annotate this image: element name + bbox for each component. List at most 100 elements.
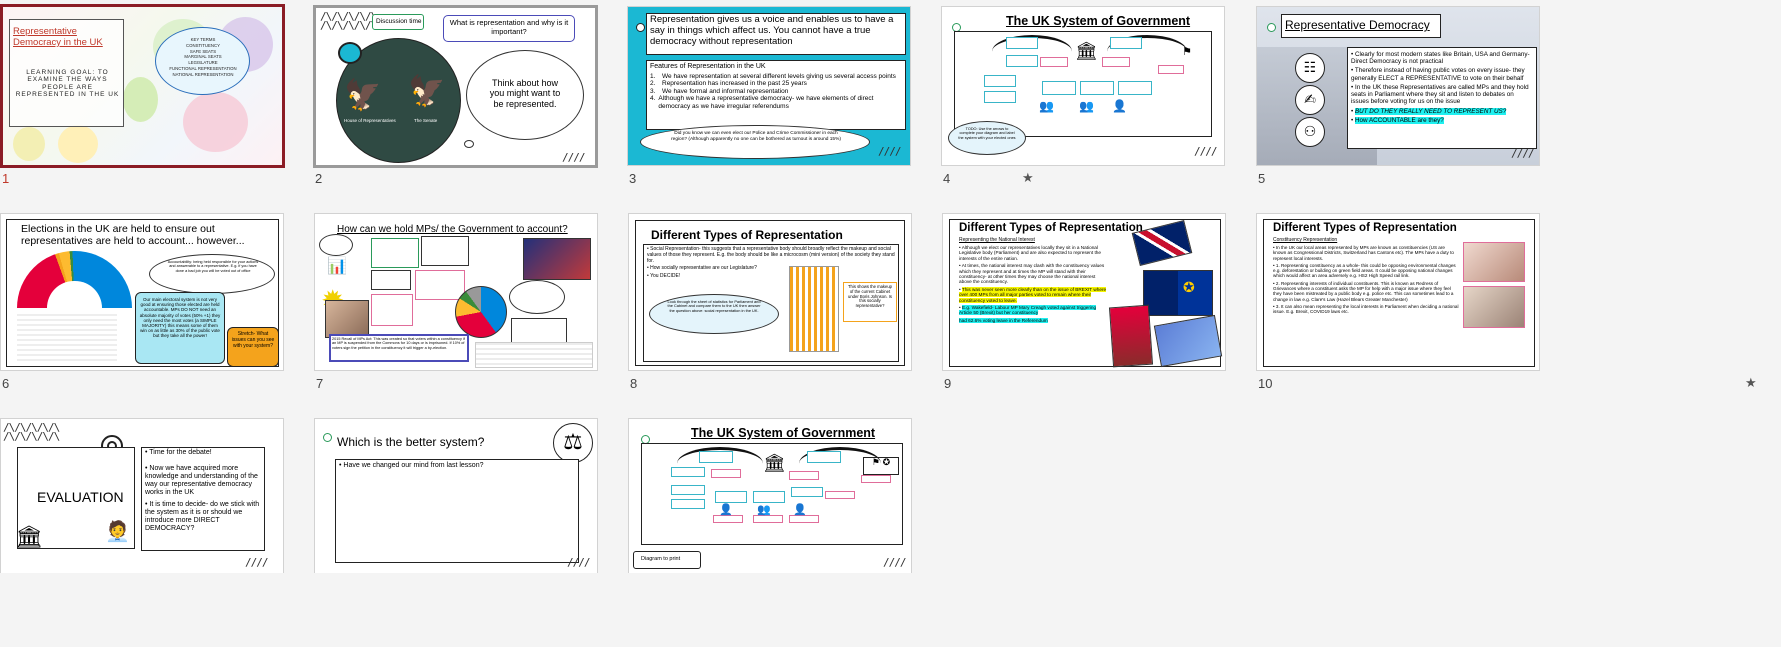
bullet-item: • In the UK our local areas represented … <box>1273 245 1454 261</box>
text-box <box>371 270 411 290</box>
bullet-item: • How socially representative are our Le… <box>647 265 757 272</box>
diagram-node <box>711 469 741 478</box>
text-box <box>371 238 419 268</box>
diagram-node <box>791 487 823 497</box>
photo-news <box>523 238 591 280</box>
bullet-list: • Clearly for most modern states like Br… <box>1351 51 1533 126</box>
slide-thumbnail-6[interactable]: Elections in the UK are held to ensure o… <box>0 213 284 371</box>
bullet-item: • It is time to decide- do we stick with… <box>145 501 260 533</box>
people-icon: 👥 <box>757 503 771 516</box>
think-text: Think about how you might want to be rep… <box>489 78 561 109</box>
diagram-node <box>753 515 783 523</box>
hatch-decoration: //// <box>878 145 901 158</box>
courthouse-icon: 🏛 <box>15 525 43 550</box>
slide-thumbnail-9[interactable]: Different Types of Representation Repres… <box>942 213 1226 371</box>
bullet-item: • How ACCOUNTABLE are they? <box>1351 116 1444 124</box>
diagram-node <box>1102 57 1130 67</box>
bullet-item: • Social Representation- this suggests t… <box>647 246 895 264</box>
bullet-item: • 2. Representing interests of individua… <box>1273 280 1454 302</box>
slide-number-10: 10 <box>1258 376 1273 391</box>
diagram-node <box>825 491 855 499</box>
bullet-item: had 62.6% voting leave in the Referendum <box>959 317 1048 323</box>
photo-woman <box>1463 242 1525 282</box>
diagram-node <box>671 499 705 509</box>
slide-thumbnail-3[interactable]: Representation gives us a voice and enab… <box>627 6 911 166</box>
slide-title: Different Types of Representation <box>1273 222 1457 234</box>
results-table <box>17 314 117 362</box>
slide-title: The UK System of Government <box>691 426 876 440</box>
diagram-node <box>671 467 705 477</box>
diagram-node <box>1040 57 1068 67</box>
diagram-node <box>807 451 841 463</box>
hatch-decoration: //// <box>567 556 590 569</box>
text-box <box>421 236 469 266</box>
key-term: FUNCTIONAL REPRESENTATION <box>169 65 237 71</box>
slide-thumbnail-7[interactable]: How can we hold MPs/ the Government to a… <box>314 213 598 371</box>
diagram-node <box>1006 37 1038 49</box>
eu-stars-icon: ✪ <box>1183 280 1195 296</box>
bullet-list: • Social Representation- this suggests t… <box>647 246 895 282</box>
slide-title: Different Types of Representation <box>651 228 843 242</box>
diagram-node <box>671 485 705 495</box>
diagram-node <box>1110 37 1142 49</box>
slide-thumbnail-1[interactable]: Representative Democracy in the UK LEARN… <box>0 4 285 168</box>
info-text: Our main electoral system is not very go… <box>139 297 221 339</box>
slide-number-6: 6 <box>2 376 10 391</box>
section-heading: Constituency Representation <box>1273 237 1338 243</box>
diagram-node <box>1118 81 1152 95</box>
slide-thumbnail-12[interactable]: Which is the better system? ⚖ • Have we … <box>314 418 598 573</box>
evaluation-heading: EVALUATION <box>37 489 124 505</box>
bullet-item: • Clearly for most modern states like Br… <box>1351 51 1530 66</box>
learning-goal: LEARNING GOAL: TO EXAMINE THE WAYS PEOPL… <box>15 69 120 99</box>
slide-thumbnail-10[interactable]: Different Types of Representation Consti… <box>1256 213 1540 371</box>
cabinet-infographic <box>789 266 839 352</box>
circle-icon-parliament: ⚇ <box>1295 117 1325 147</box>
logo-circle-yellow-small <box>13 127 45 161</box>
features-list: 1. We have representation at several diff… <box>650 73 902 110</box>
slide-thumbnail-11[interactable]: /\/\/\/\/\ /\/\/\/\/\ EVALUATION 🏛 🧑‍💼 •… <box>0 418 284 573</box>
animation-star-icon: ★ <box>1745 376 1757 391</box>
question-text: What is representation and why is it imp… <box>449 18 569 36</box>
diagram-node <box>789 515 819 523</box>
blue-dot-icon <box>338 42 362 64</box>
diagram-node <box>699 451 733 463</box>
slide-title: How can we hold MPs/ the Government to a… <box>337 224 568 235</box>
zigzag-decoration: /\/\/\/\/\ <box>3 430 60 443</box>
slide-title: Representative Democracy <box>1285 18 1430 32</box>
animation-star-icon: ★ <box>1022 171 1034 186</box>
slide-number-9: 9 <box>944 376 952 391</box>
diagram-node <box>789 471 819 480</box>
slide-thumbnail-13[interactable]: The UK System of Government 🏛 ⚑ ✪ 👤 👥 👤 … <box>628 418 912 573</box>
photo-mp <box>1108 304 1154 368</box>
bullet-item: • E.g. Wakefield- Labour MP Mary Creagh … <box>959 305 1097 316</box>
bullet-dot <box>636 23 645 32</box>
slide-number-2: 2 <box>315 171 323 186</box>
slide-thumbnail-4[interactable]: The UK System of Government 🏛 ⚑ 👥 👥 👤 TO… <box>941 6 1225 166</box>
bullet-item: • At times, the national interest may cl… <box>959 263 1105 285</box>
bullet-item: • Now we have acquired more knowledge an… <box>145 465 258 497</box>
slide-thumbnail-2[interactable]: /\/\/\/\/\ /\/\/\/\/\ Discussion time Wh… <box>313 5 598 168</box>
slide-number-8: 8 <box>630 376 638 391</box>
photo-man <box>1463 286 1525 328</box>
diagram-node <box>753 491 785 503</box>
diagram-node <box>861 475 891 483</box>
thought-bubble <box>464 140 474 148</box>
people-icon: 👤 <box>793 503 807 516</box>
bullet-dot <box>323 433 332 442</box>
eagle-seal-icon: 🦅 <box>344 78 382 113</box>
hatch-decoration: //// <box>245 556 268 569</box>
slide-title: Different Types of Representation <box>959 222 1143 234</box>
feature-item: 1. We have representation at several diff… <box>650 73 896 80</box>
diagram-node <box>984 75 1016 87</box>
people-icon: 👤 <box>719 503 733 516</box>
bar-chart-icon: 📊 <box>327 256 347 275</box>
slide-number-3: 3 <box>629 171 637 186</box>
diagram-node <box>713 515 743 523</box>
bullet-item: • Therefore instead of having public vot… <box>1351 67 1525 82</box>
slide-number-1: 1 <box>2 171 10 186</box>
features-title: Features of Representation in the UK <box>650 63 766 70</box>
recall-cloud <box>319 234 353 256</box>
slide-thumbnail-5[interactable]: Representative Democracy ☷ ✍ ⚇ • Clearly… <box>1256 6 1540 166</box>
bullet-item: • BUT DO THEY REALLY NEED TO REPRESENT U… <box>1351 107 1507 115</box>
slide-thumbnail-8[interactable]: Different Types of Representation • Soci… <box>628 213 912 371</box>
